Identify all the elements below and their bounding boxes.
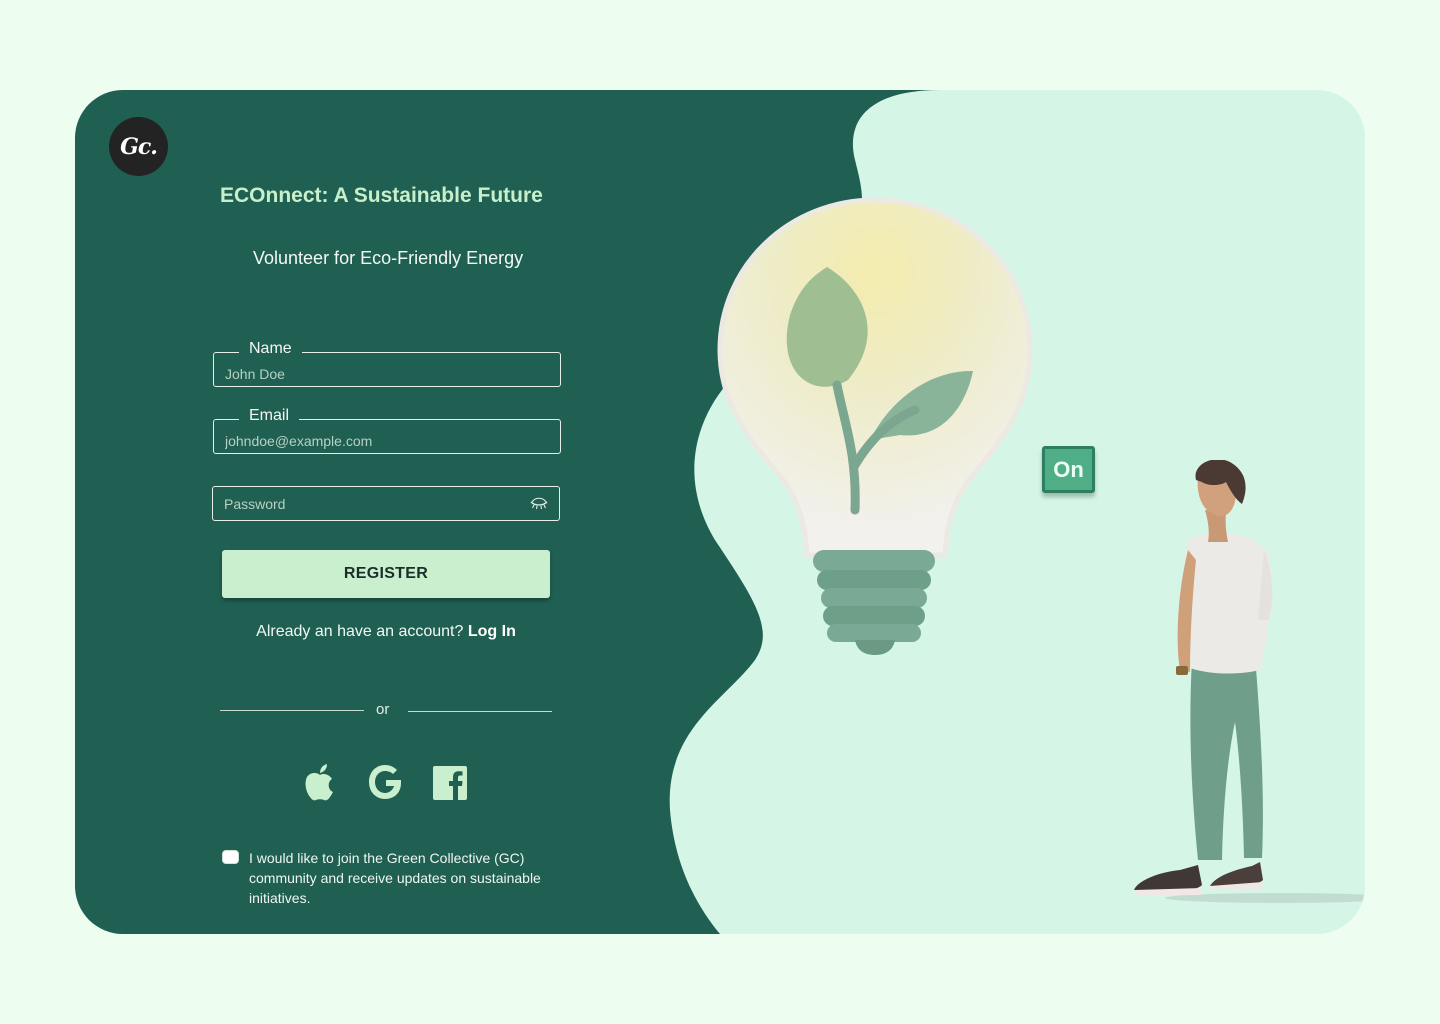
brand-logo-text: Gc. (120, 133, 158, 160)
divider-left (220, 710, 364, 711)
divider-or-text: or (376, 701, 390, 718)
consent-checkbox[interactable] (222, 850, 239, 864)
register-button[interactable]: REGISTER (222, 550, 550, 598)
email-input[interactable] (214, 420, 560, 453)
login-link[interactable]: Log In (468, 623, 516, 640)
password-field (212, 486, 560, 521)
password-input[interactable] (213, 487, 559, 520)
google-icon[interactable] (366, 762, 404, 802)
name-input[interactable] (214, 353, 560, 386)
email-field: Email (213, 406, 561, 454)
page-title: ECOnnect: A Sustainable Future (220, 184, 543, 207)
eye-closed-icon[interactable] (529, 496, 549, 512)
login-prompt-text: Already an have an account? (256, 623, 464, 640)
consent-text: I would like to join the Green Collectiv… (249, 850, 541, 906)
register-card: Gc. ECOnnect: A Sustainable Future Volun… (75, 90, 1365, 934)
lightbulb-illustration (717, 197, 1033, 655)
person-illustration (1134, 460, 1365, 903)
facebook-icon[interactable] (431, 762, 469, 802)
divider-right (408, 711, 552, 712)
name-field: Name (213, 339, 561, 387)
login-prompt: Already an have an account? Log In (220, 623, 552, 641)
brand-logo[interactable]: Gc. (109, 117, 168, 176)
apple-icon[interactable] (301, 762, 339, 802)
power-switch-button[interactable]: On (1042, 446, 1095, 493)
page-subtitle: Volunteer for Eco-Friendly Energy (253, 248, 524, 268)
